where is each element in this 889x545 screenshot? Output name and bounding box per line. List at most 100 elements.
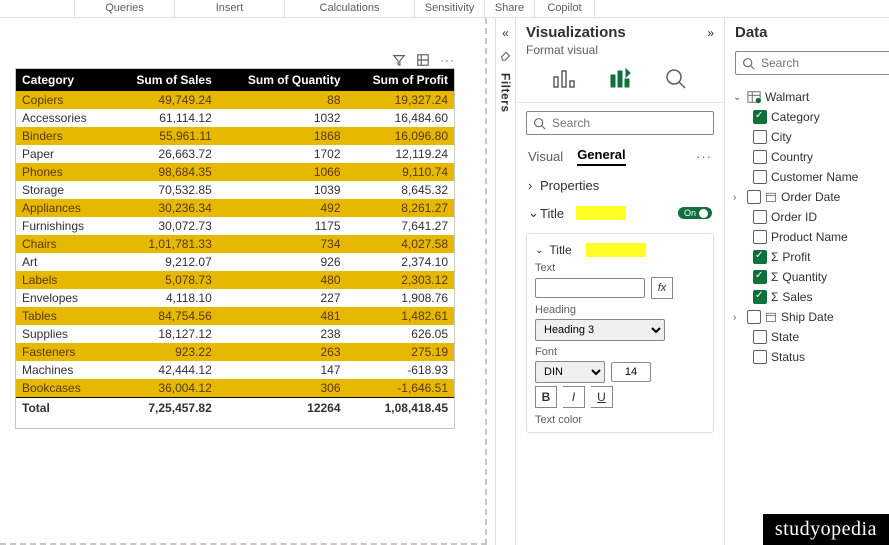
table-row[interactable]: Envelopes4,118.102271,908.76 xyxy=(16,289,454,307)
column-header[interactable]: Sum of Sales xyxy=(110,69,217,91)
table-row[interactable]: Paper26,663.72170212,119.24 xyxy=(16,145,454,163)
report-canvas[interactable]: ··· CategorySum of SalesSum of QuantityS… xyxy=(0,18,487,545)
title-text-input[interactable] xyxy=(535,278,645,298)
font-size-input[interactable] xyxy=(611,362,651,382)
sigma-icon: Σ xyxy=(771,250,778,264)
field-label: City xyxy=(771,130,792,144)
table-row[interactable]: Binders55,961.11186816,096.80 xyxy=(16,127,454,145)
field-node[interactable]: Product Name xyxy=(733,227,889,247)
ribbon-tab[interactable]: Insert xyxy=(175,0,285,17)
viz-more-icon[interactable]: ··· xyxy=(696,149,712,164)
table-node[interactable]: ⌄ Walmart xyxy=(733,87,889,107)
bold-button[interactable]: B xyxy=(535,386,557,408)
field-node[interactable]: Order ID xyxy=(733,207,889,227)
field-checkbox[interactable] xyxy=(753,270,767,284)
visual-header-actions: ··· xyxy=(392,53,455,70)
table-row[interactable]: Tables84,754.564811,482.61 xyxy=(16,307,454,325)
title-group[interactable]: ⌄ Title On xyxy=(516,199,724,227)
fx-button[interactable]: fx xyxy=(651,277,673,299)
tab-general[interactable]: General xyxy=(577,147,625,166)
field-node[interactable]: Status xyxy=(733,347,889,367)
properties-group[interactable]: › Properties xyxy=(516,172,724,199)
field-checkbox[interactable] xyxy=(753,110,767,124)
field-checkbox[interactable] xyxy=(753,210,767,224)
title-text-label: Text xyxy=(535,262,555,274)
font-label: Font xyxy=(535,346,557,358)
ribbon-tab[interactable]: Share xyxy=(485,0,535,17)
heading-select[interactable]: Heading 3 xyxy=(535,319,665,341)
field-label: Sales xyxy=(782,290,812,304)
ribbon-tab[interactable]: Calculations xyxy=(285,0,415,17)
field-label: State xyxy=(771,330,799,344)
filters-label: Filters xyxy=(499,73,513,113)
field-node[interactable]: Category xyxy=(733,107,889,127)
field-checkbox[interactable] xyxy=(753,350,767,364)
ribbon-tab[interactable]: Copilot xyxy=(535,0,595,17)
field-checkbox[interactable] xyxy=(753,130,767,144)
column-header[interactable]: Sum of Profit xyxy=(347,69,454,91)
format-visual-icon[interactable] xyxy=(608,67,632,94)
field-node[interactable]: ΣQuantity xyxy=(733,267,889,287)
ribbon-tab[interactable]: Queries xyxy=(75,0,175,17)
viz-search[interactable] xyxy=(526,111,714,135)
field-checkbox[interactable] xyxy=(753,250,767,264)
table-row[interactable]: Phones98,684.3510669,110.74 xyxy=(16,163,454,181)
field-checkbox[interactable] xyxy=(753,230,767,244)
calendar-icon xyxy=(765,191,777,203)
table-row[interactable]: Furnishings30,072.7311757,641.27 xyxy=(16,217,454,235)
field-node[interactable]: ΣProfit xyxy=(733,247,889,267)
field-tree: ⌄ Walmart Category City Country Customer Na… xyxy=(725,83,889,367)
filters-pane-collapsed[interactable]: « Filters xyxy=(495,18,515,545)
field-label: Ship Date xyxy=(781,310,834,324)
eraser-icon[interactable] xyxy=(499,48,513,65)
data-search[interactable] xyxy=(735,51,889,75)
field-node[interactable]: Σ Sales xyxy=(733,287,889,307)
italic-button[interactable]: I xyxy=(563,386,585,408)
field-node[interactable]: City xyxy=(733,127,889,147)
more-icon[interactable]: ··· xyxy=(440,53,455,70)
table-row[interactable]: Fasteners923.22263275.19 xyxy=(16,343,454,361)
sigma-icon: Σ xyxy=(771,290,778,304)
field-node[interactable]: ›Order Date xyxy=(733,187,889,207)
data-pane: Data » ⌄ Walmart CategoryCityCountryCust… xyxy=(724,18,889,545)
field-node[interactable]: ›Ship Date xyxy=(733,307,889,327)
table-row[interactable]: Labels5,078.734802,303.12 xyxy=(16,271,454,289)
table-row[interactable]: Bookcases36,004.12306-1,646.51 xyxy=(16,379,454,398)
field-checkbox[interactable] xyxy=(753,290,767,304)
table-row[interactable]: Storage70,532.8510398,645.32 xyxy=(16,181,454,199)
expand-icon[interactable]: « xyxy=(502,26,509,40)
field-checkbox[interactable] xyxy=(747,310,761,324)
table-row[interactable]: Chairs1,01,781.337344,027.58 xyxy=(16,235,454,253)
table-row[interactable]: Appliances30,236.344928,261.27 xyxy=(16,199,454,217)
table-row[interactable]: Copiers49,749.248819,327.24 xyxy=(16,91,454,109)
viz-search-input[interactable] xyxy=(552,116,707,130)
field-checkbox[interactable] xyxy=(753,330,767,344)
analytics-icon[interactable] xyxy=(664,67,688,94)
field-checkbox[interactable] xyxy=(753,170,767,184)
collapse-icon[interactable]: » xyxy=(707,26,714,40)
table-row[interactable]: Accessories61,114.12103216,484.60 xyxy=(16,109,454,127)
field-label: Status xyxy=(771,350,805,364)
field-node[interactable]: Country xyxy=(733,147,889,167)
title-toggle[interactable]: On xyxy=(678,207,712,219)
focus-mode-icon[interactable] xyxy=(416,53,430,70)
font-name-select[interactable]: DIN xyxy=(535,361,605,383)
table-row[interactable]: Machines42,444.12147-618.93 xyxy=(16,361,454,379)
viz-title: Visualizations xyxy=(526,24,626,41)
filter-icon[interactable] xyxy=(392,53,406,70)
field-label: Country xyxy=(771,150,813,164)
field-checkbox[interactable] xyxy=(747,190,761,204)
field-node[interactable]: Customer Name xyxy=(733,167,889,187)
data-search-input[interactable] xyxy=(761,56,889,70)
column-header[interactable]: Category xyxy=(16,69,110,91)
field-checkbox[interactable] xyxy=(753,150,767,164)
underline-button[interactable]: U xyxy=(591,386,613,408)
table-row[interactable]: Supplies18,127.12238626.05 xyxy=(16,325,454,343)
table-visual[interactable]: CategorySum of SalesSum of QuantitySum o… xyxy=(15,68,455,429)
tab-visual[interactable]: Visual xyxy=(528,149,563,164)
field-node[interactable]: State xyxy=(733,327,889,347)
ribbon-tab[interactable]: Sensitivity xyxy=(415,0,485,17)
column-header[interactable]: Sum of Quantity xyxy=(218,69,347,91)
table-row[interactable]: Art9,212.079262,374.10 xyxy=(16,253,454,271)
build-visual-icon[interactable] xyxy=(552,67,576,94)
